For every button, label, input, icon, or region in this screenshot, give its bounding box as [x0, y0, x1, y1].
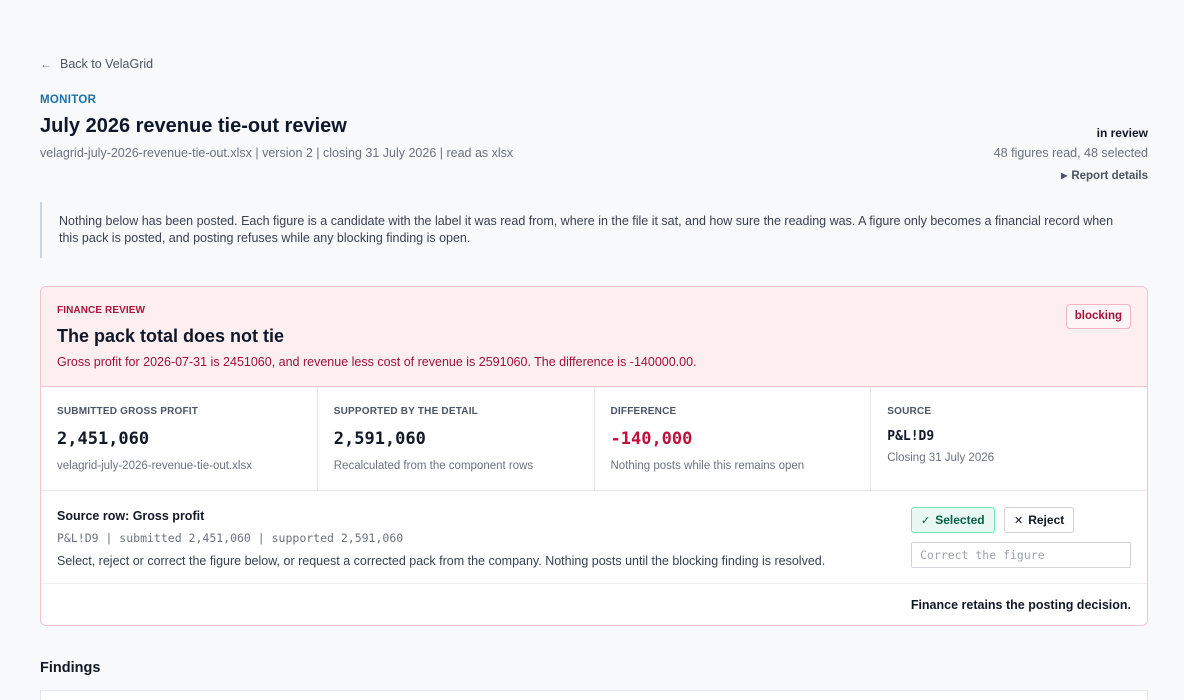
stat-supported: SUPPORTED BY THE DETAIL 2,591,060 Recalc… [318, 387, 595, 490]
file-meta: velagrid-july-2026-revenue-tie-out.xlsx … [40, 146, 514, 160]
finding-header: FINANCE REVIEW The pack total does not t… [41, 287, 1147, 387]
reject-button[interactable]: ✕ Reject [1004, 507, 1075, 533]
report-details-label: Report details [1071, 170, 1148, 182]
findings-heading: Findings [40, 660, 101, 676]
review-status: in review [1096, 126, 1148, 140]
posting-notice: Nothing below has been posted. Each figu… [40, 202, 1120, 258]
back-link[interactable]: ← Back to VelaGrid [40, 57, 153, 71]
figure-counts: 48 figures read, 48 selected [993, 146, 1148, 160]
stat-value: -140,000 [610, 429, 693, 449]
source-row-title: Source row: Gross profit [57, 509, 205, 523]
stat-label: SOURCE [887, 406, 932, 417]
source-row-detail: P&L!D9 | submitted 2,451,060 | supported… [57, 531, 404, 545]
stat-value: 2,451,060 [57, 429, 150, 449]
stat-sub: Recalculated from the component rows [333, 460, 534, 472]
stat-sub: Nothing posts while this remains open [610, 460, 805, 472]
reject-button-label: Reject [1028, 513, 1065, 527]
selected-button-label: Selected [935, 513, 985, 527]
finding-title: The pack total does not tie [57, 326, 285, 346]
posting-decision-note: Finance retains the posting decision. [910, 598, 1131, 612]
report-details-toggle[interactable]: ▶ Report details [1061, 170, 1148, 182]
stat-source: SOURCE P&L!D9 Closing 31 July 2026 [871, 387, 1147, 490]
stat-label: SUPPORTED BY THE DETAIL [333, 406, 478, 417]
stat-label: SUBMITTED GROSS PROFIT [57, 406, 199, 417]
page-title: July 2026 revenue tie-out review [40, 115, 347, 137]
finding-category: FINANCE REVIEW [57, 305, 146, 316]
arrow-left-icon: ← [40, 57, 52, 71]
back-link-label: Back to VelaGrid [60, 57, 154, 71]
stat-sub: velagrid-july-2026-revenue-tie-out.xlsx [57, 460, 252, 472]
stat-submitted: SUBMITTED GROSS PROFIT 2,451,060 velagri… [41, 387, 318, 490]
check-icon: ✓ [921, 514, 931, 527]
close-icon: ✕ [1014, 514, 1024, 527]
findings-list [40, 690, 1148, 700]
section-eyebrow: MONITOR [40, 94, 97, 106]
source-row-help: Select, reject or correct the figure bel… [57, 554, 826, 568]
blocking-badge: blocking [1065, 304, 1131, 329]
stat-sub: Closing 31 July 2026 [887, 452, 995, 464]
selected-button[interactable]: ✓ Selected [911, 507, 995, 533]
finding-message: Gross profit for 2026-07-31 is 2451060, … [57, 355, 697, 369]
stat-value: P&L!D9 [887, 429, 935, 444]
stat-label: DIFFERENCE [610, 406, 677, 417]
finding-stats: SUBMITTED GROSS PROFIT 2,451,060 velagri… [41, 387, 1147, 491]
stat-difference: DIFFERENCE -140,000 Nothing posts while … [595, 387, 872, 490]
stat-value: 2,591,060 [333, 429, 426, 449]
source-row: Source row: Gross profit P&L!D9 | submit… [41, 491, 1147, 584]
triangle-right-icon: ▶ [1061, 171, 1068, 180]
finding-card: FINANCE REVIEW The pack total does not t… [40, 286, 1148, 626]
correct-figure-input[interactable] [911, 542, 1131, 568]
